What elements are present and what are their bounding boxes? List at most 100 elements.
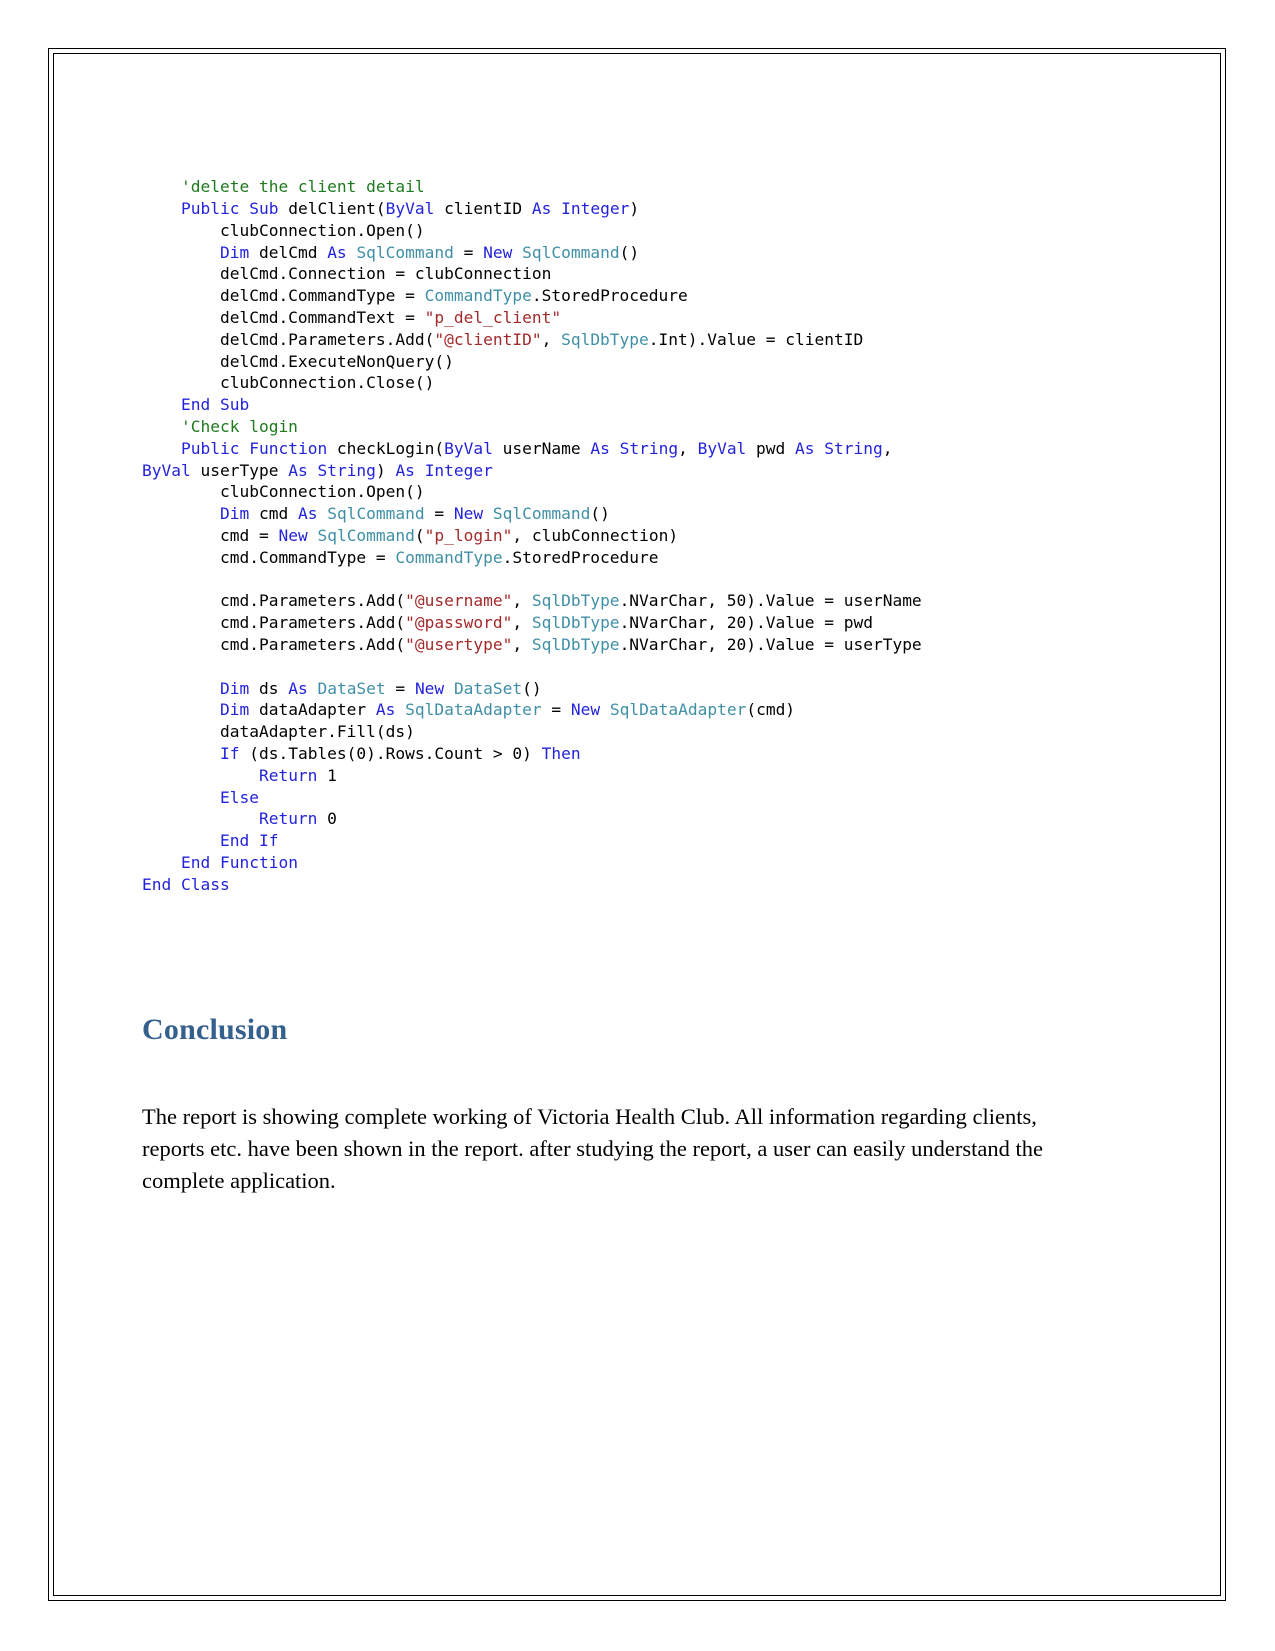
code-token-pln: delClient( [278, 198, 386, 218]
code-token-pln: , [678, 438, 698, 458]
code-token-pln [142, 766, 259, 785]
code-token-typ: SqlDbType [561, 329, 649, 349]
code-token-pln: clientID [434, 198, 532, 218]
code-token-pln: (ds.Tables(0).Rows.Count > 0) [239, 743, 542, 763]
code-token-kw: If [258, 831, 279, 851]
code-token-pln [142, 395, 181, 414]
code-token-kw: Dim [219, 700, 250, 720]
code-token-str: "@password" [405, 613, 513, 633]
code-token-pln [142, 744, 220, 763]
code-token-kw: String [317, 460, 376, 480]
code-token-pln: pwd [746, 438, 796, 458]
code-token-typ: SqlDataAdapter [405, 700, 542, 720]
code-line: clubConnection.Close() [142, 373, 434, 392]
code-token-pln: , [512, 634, 532, 654]
code-token-pln: cmd.Parameters.Add( [142, 613, 406, 633]
code-token-pln [239, 439, 249, 458]
code-token-pln: delCmd.Parameters.Add( [142, 329, 435, 349]
code-token-kw: ByVal [444, 438, 493, 458]
code-token-pln [142, 853, 181, 872]
code-line: Dim delCmd As SqlCommand = New SqlComman… [142, 243, 639, 262]
code-line: Else [142, 788, 259, 807]
code-token-pln: (cmd) [746, 700, 796, 720]
code-token-kw: As [375, 700, 396, 720]
code-token-typ: SqlCommand [492, 504, 591, 524]
code-token-kw: Sub [219, 395, 250, 415]
code-token-pln [395, 700, 405, 719]
code-line: Return 0 [142, 809, 337, 828]
code-line: cmd.Parameters.Add("@password", SqlDbTyp… [142, 613, 873, 632]
code-token-typ: CommandType [424, 286, 532, 306]
code-listing: 'delete the client detail Public Sub del… [142, 176, 1082, 895]
code-line: End Sub [142, 395, 249, 414]
code-token-pln [142, 788, 220, 807]
code-token-str: "@usertype" [405, 634, 513, 654]
code-token-kw: As [327, 242, 347, 262]
code-token-pln [210, 395, 220, 414]
code-token-pln: = [541, 700, 571, 720]
code-token-pln [142, 809, 259, 828]
code-token-kw: End [142, 874, 172, 894]
code-token-pln [317, 504, 327, 523]
code-token-pln [249, 831, 259, 850]
code-token-pln: cmd.Parameters.Add( [142, 634, 406, 654]
code-token-str: "p_del_client" [424, 307, 562, 327]
code-token-kw: New [278, 525, 308, 545]
code-line: 'delete the client detail [142, 177, 425, 196]
code-token-kw: As [795, 438, 815, 458]
code-line: clubConnection.Open() [142, 482, 425, 501]
code-token-kw: ByVal [142, 460, 191, 480]
code-token-pln: cmd = [142, 525, 279, 545]
code-line: Return 1 [142, 766, 337, 785]
code-token-pln [142, 679, 220, 698]
code-token-pln: delCmd.Connection = clubConnection [142, 264, 552, 284]
code-token-pln: checkLogin( [327, 438, 445, 458]
code-token-pln: delCmd [249, 242, 328, 262]
code-token-kw: End [219, 831, 250, 851]
code-token-pln [308, 679, 318, 698]
code-token-typ: CommandType [395, 547, 503, 567]
code-line: dataAdapter.Fill(ds) [142, 722, 415, 741]
code-token-pln [308, 461, 318, 480]
code-token-typ: SqlDbType [531, 613, 620, 633]
code-token-pln [815, 439, 825, 458]
code-token-kw: ByVal [697, 438, 747, 458]
code-line: cmd = New SqlCommand("p_login", clubConn… [142, 526, 678, 545]
code-token-pln: () [522, 678, 542, 698]
code-token-kw: New [483, 242, 513, 262]
code-token-kw: String [619, 438, 679, 458]
code-token-pln [610, 439, 620, 458]
code-token-kw: String [824, 438, 883, 458]
code-token-pln [142, 417, 181, 436]
code-token-pln: .StoredProcedure [502, 547, 659, 567]
code-token-str: "@clientID" [434, 329, 542, 349]
code-token-pln [142, 504, 220, 523]
code-token-pln: , [882, 438, 893, 458]
code-token-pln [600, 700, 610, 719]
code-token-str: "@username" [405, 591, 513, 611]
code-token-kw: As [297, 504, 318, 524]
code-line: delCmd.CommandText = "p_del_client" [142, 308, 561, 327]
code-token-kw: Function [219, 852, 298, 872]
code-token-pln [483, 504, 493, 523]
code-token-pln [142, 243, 220, 262]
code-token-pln: cmd [249, 504, 298, 524]
code-token-kw: Return [258, 809, 318, 829]
code-token-pln [142, 700, 220, 719]
code-token-typ: DataSet [317, 678, 386, 698]
code-token-typ: SqlCommand [356, 242, 454, 262]
code-line: End Function [142, 853, 298, 872]
code-token-pln: .NVarChar, 20).Value = userType [619, 634, 922, 654]
code-token-pln: , [512, 613, 532, 633]
code-token-pln: 1 [317, 765, 337, 785]
code-token-typ: SqlDataAdapter [609, 700, 747, 720]
code-line: Public Function checkLogin(ByVal userNam… [142, 439, 893, 458]
code-line: delCmd.Connection = clubConnection [142, 264, 551, 283]
code-token-kw: Function [249, 438, 328, 458]
code-line: cmd.Parameters.Add("@username", SqlDbTyp… [142, 591, 922, 610]
code-token-pln: userName [492, 438, 591, 458]
code-token-kw: End [180, 852, 211, 872]
conclusion-heading: Conclusion [142, 1013, 288, 1047]
code-token-kw: Else [219, 787, 259, 807]
code-token-kw: Dim [219, 504, 250, 524]
